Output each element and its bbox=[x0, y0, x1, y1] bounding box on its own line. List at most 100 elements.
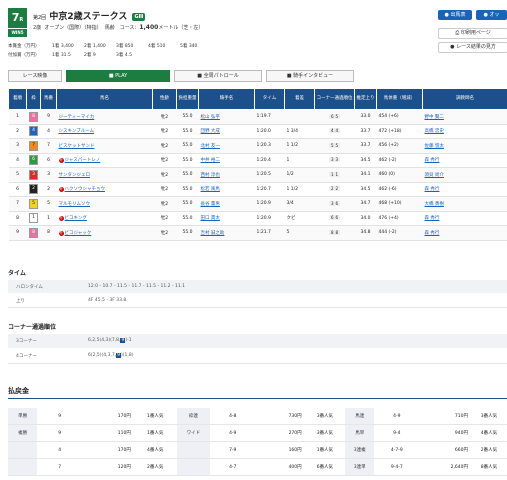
jockey-cell: 長谷 薫男 bbox=[198, 196, 255, 212]
popularity-cell: 3番人気 bbox=[304, 424, 346, 442]
waku-badge: 1 bbox=[29, 213, 38, 224]
entry-table-button[interactable]: ● 出馬表 bbox=[438, 10, 472, 20]
waku-badge: 2 bbox=[29, 184, 38, 195]
results-guide-button[interactable]: ● レース結果の見方 bbox=[438, 42, 507, 53]
agari-value: 4F 45.5 - 3F 33.8 bbox=[88, 298, 127, 303]
jockey-link[interactable]: 松山 弘平 bbox=[201, 115, 220, 120]
horse-name-link[interactable]: ビスケットサンド bbox=[59, 144, 95, 149]
last3f-cell: 34.8 bbox=[354, 225, 377, 241]
margin-cell: 1 1/2 bbox=[284, 182, 315, 197]
interview-video-button[interactable]: ■ 騎手インタビュー bbox=[266, 70, 354, 82]
horse-name-cell: 外ビコキング bbox=[56, 211, 153, 226]
payout-amount-cell: 660円 bbox=[419, 441, 471, 459]
weight-cell: 55.0 bbox=[176, 153, 199, 168]
horse-name-link[interactable]: ハクソウシャチョウ bbox=[65, 187, 106, 192]
jockey-link[interactable]: 北村 友一 bbox=[201, 144, 220, 149]
jockey-link[interactable]: 田口 貫太 bbox=[201, 216, 220, 221]
horse-name-link[interactable]: ジャスパートレノ bbox=[65, 158, 101, 163]
jockey-link[interactable]: 長谷 薫男 bbox=[201, 202, 220, 207]
jockey-link[interactable]: 西村 淳也 bbox=[201, 173, 220, 178]
payout-row: 7 120円 2番人気 4-7 400円 6番人気 3連単 9-4-7 2,640円 8番人気 bbox=[8, 458, 507, 476]
last3f-cell: 34.5 bbox=[354, 153, 377, 168]
weight-cell: 55.0 bbox=[176, 138, 199, 154]
margin-cell: 1/2 bbox=[284, 167, 315, 183]
sex-age-cell: 牝2 bbox=[152, 109, 177, 125]
print-page-button[interactable]: ⎙ 印刷用ページ bbox=[438, 28, 507, 39]
horse-name-link[interactable]: サンタンジェロ bbox=[59, 173, 91, 178]
trainer-link[interactable]: 須貝 尚介 bbox=[425, 173, 444, 178]
payout-amount-cell: 270円 bbox=[255, 424, 305, 442]
horse-number-cell: 3 bbox=[40, 167, 57, 183]
jockey-link[interactable]: 松若 風馬 bbox=[201, 187, 220, 192]
jockey-cell: 松山 弘平 bbox=[198, 109, 255, 125]
popularity-cell: 6番人気 bbox=[304, 458, 346, 476]
waku-badge: 8 bbox=[29, 227, 38, 238]
trainer-link[interactable]: 森 秀行 bbox=[425, 187, 440, 192]
combination-cell: 4-9 bbox=[210, 424, 256, 442]
play-button[interactable]: ■ PLAY bbox=[66, 70, 170, 82]
jockey-cell: 吉村 誠之助 bbox=[198, 225, 255, 241]
bet-type-cell: 3連単 bbox=[345, 458, 375, 476]
time-cell: 1:19.7 bbox=[254, 109, 285, 125]
horse-name-cell: マルモリムソウ bbox=[56, 196, 153, 212]
weight-cell: 55.0 bbox=[176, 225, 199, 241]
column-header: タイム bbox=[254, 88, 285, 110]
sex-age-cell: 牝2 bbox=[152, 196, 177, 212]
horse-name-link[interactable]: マルモリムソウ bbox=[59, 202, 91, 207]
waku-badge: 7 bbox=[29, 140, 38, 151]
popularity-cell: 4番人気 bbox=[470, 424, 507, 442]
column-header: 枠 bbox=[26, 88, 41, 110]
time-cell: 1:20.5 bbox=[254, 167, 285, 183]
table-row: 8 1 1 外ビコキング 牡2 55.0 田口 貫太 1:20.9 クビ 6 6 34.0 476 (+… bbox=[8, 211, 507, 226]
horse-name-link[interactable]: ビコジャック bbox=[65, 231, 92, 236]
trainer-link[interactable]: 大橋 勇樹 bbox=[425, 202, 444, 207]
payout-amount-cell: 160円 bbox=[255, 441, 305, 459]
horse-name-link[interactable]: ジーティーマイカ bbox=[59, 115, 95, 120]
odds-button[interactable]: ● オッ bbox=[476, 10, 507, 20]
jockey-link[interactable]: 吉村 誠之助 bbox=[201, 231, 225, 236]
horse-name-link[interactable]: ビコキング bbox=[65, 216, 87, 221]
last3f-cell: 33.7 bbox=[354, 138, 377, 154]
time-cell: 1:20.9 bbox=[254, 196, 285, 212]
table-row: 5 3 3 サンタンジェロ 牝2 55.0 西村 淳也 1:20.5 1/2 1 1 34.1 460 … bbox=[8, 167, 507, 183]
trainer-cell: 森 秀行 bbox=[422, 182, 507, 197]
agari-row: 上り 4F 45.5 - 3F 33.8 bbox=[8, 294, 507, 308]
column-header: 調教師名 bbox=[422, 88, 507, 110]
trainer-link[interactable]: 野中 賢二 bbox=[425, 115, 444, 120]
horse-number-cell: 2 bbox=[40, 182, 57, 197]
jockey-link[interactable]: 中井 裕二 bbox=[201, 158, 220, 163]
waku-badge: 5 bbox=[29, 198, 38, 209]
trainer-link[interactable]: 高橋 忠史 bbox=[425, 129, 444, 134]
horse-name-cell: 外ハクソウシャチョウ bbox=[56, 182, 153, 197]
body-weight-cell: 460 (0) bbox=[376, 167, 423, 183]
margin-cell: クビ bbox=[284, 211, 315, 226]
weight-cell: 55.0 bbox=[176, 167, 199, 183]
foreign-bred-icon: 外 bbox=[58, 187, 64, 193]
corner-positions: 36 bbox=[328, 200, 341, 206]
waku-badge: 3 bbox=[29, 169, 38, 180]
trainer-link[interactable]: 森 秀行 bbox=[425, 158, 440, 163]
payout-amount-cell: 110円 bbox=[82, 424, 134, 442]
popularity-cell: 1番人気 bbox=[133, 424, 177, 442]
popularity-cell: 3番人気 bbox=[470, 408, 507, 425]
last3f-cell: 33.7 bbox=[354, 124, 377, 139]
sex-age-cell: 牝2 bbox=[152, 182, 177, 197]
bet-type-cell bbox=[8, 458, 38, 476]
trainer-link[interactable]: 佐藤 悠太 bbox=[425, 144, 444, 149]
corner-cell: 65 bbox=[314, 109, 355, 125]
trainer-cell: 高橋 忠史 bbox=[422, 124, 507, 139]
weight-cell: 55.0 bbox=[176, 182, 199, 197]
horse-name-link[interactable]: シスキンブルーム bbox=[59, 129, 95, 134]
time-cell: 1:20.4 bbox=[254, 153, 285, 168]
halon-time-row: ハロンタイム 12.0 - 10.7 - 11.5 - 11.7 - 11.5 … bbox=[8, 280, 507, 293]
jockey-link[interactable]: 団野 大成 bbox=[201, 129, 220, 134]
trainer-link[interactable]: 森 秀行 bbox=[425, 231, 440, 236]
halon-time-value: 12.0 - 10.7 - 11.5 - 11.7 - 11.5 - 11.2 … bbox=[88, 284, 186, 289]
trainer-link[interactable]: 森 秀行 bbox=[425, 216, 440, 221]
column-header: コーナー通過順位 bbox=[314, 88, 355, 110]
payout-row: 複勝 9 110円 1番人気 ワイド 4-9 270円 3番人気 馬単 9-4 940円 4番人気 bbox=[8, 424, 507, 442]
jockey-cell: 中井 裕二 bbox=[198, 153, 255, 168]
race-video-button[interactable]: レース映像 bbox=[8, 70, 62, 82]
payout-table: 単勝 9 170円 1番人気 枠連 4-8 730円 3番人気 馬連 4-9 710円 3番人気 複勝 9… bbox=[8, 408, 507, 476]
patrol-video-button[interactable]: ■ 全周パトロール bbox=[174, 70, 262, 82]
